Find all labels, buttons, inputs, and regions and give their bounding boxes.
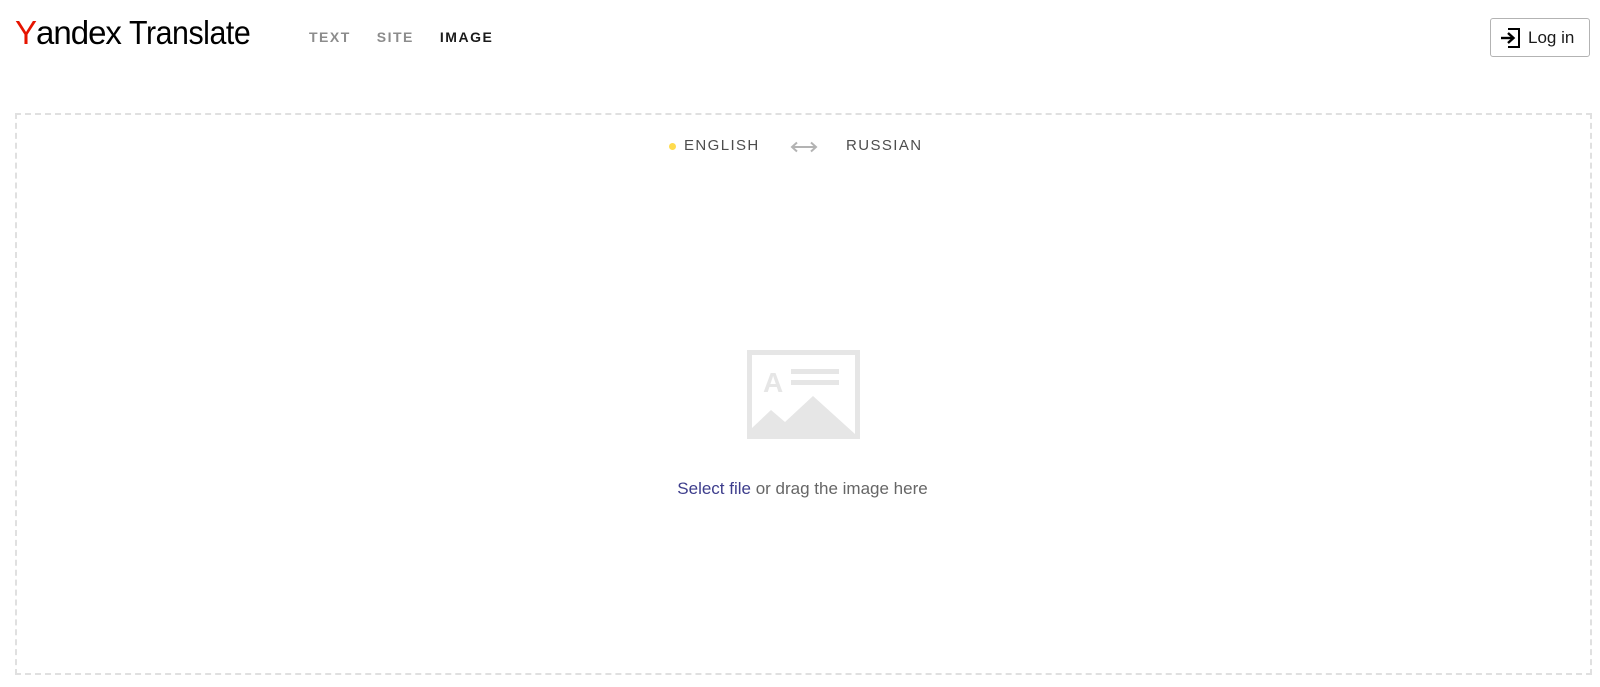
select-file-link[interactable]: Select file: [677, 479, 751, 498]
image-text-icon: A: [747, 350, 860, 444]
yandex-translate-logo[interactable]: Yandex Translate: [15, 14, 261, 60]
drag-hint: or drag the image here: [750, 479, 928, 498]
login-label: Log in: [1528, 27, 1575, 47]
nav-tabs: TEXT SITE IMAGE: [309, 29, 519, 45]
source-language-indicator: [669, 143, 676, 150]
tab-text[interactable]: TEXT: [309, 29, 351, 45]
source-language[interactable]: ENGLISH: [684, 137, 760, 154]
tab-site[interactable]: SITE: [377, 29, 414, 45]
target-language[interactable]: RUSSIAN: [846, 137, 922, 154]
login-button[interactable]: Log in: [1490, 18, 1590, 57]
header: Yandex Translate TEXT SITE IMAGE Log in: [0, 0, 1600, 80]
logo-product: Translate: [128, 14, 251, 51]
svg-text:A: A: [763, 367, 783, 398]
tab-image[interactable]: IMAGE: [440, 29, 493, 45]
language-bar: ENGLISH RUSSIAN: [0, 134, 1600, 158]
swap-arrows-icon[interactable]: [790, 140, 818, 158]
logo-brand: andex: [36, 14, 122, 51]
upload-instructions: Select file or drag the image here: [0, 479, 1600, 499]
login-arrow-icon: [1500, 27, 1520, 48]
logo-first-letter: Y: [15, 14, 37, 51]
